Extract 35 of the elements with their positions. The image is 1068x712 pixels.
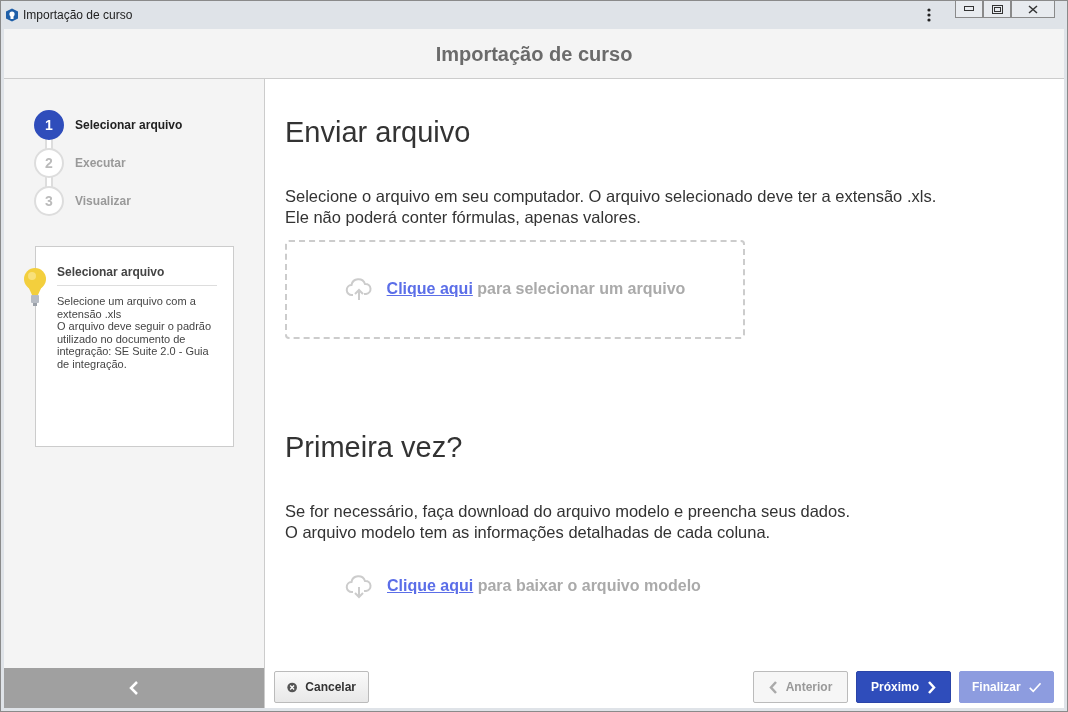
upload-drop-zone[interactable]: Clique aqui para selecionar um arquivo (285, 239, 745, 339)
chevron-right-icon (927, 680, 936, 694)
step-number[interactable]: 1 (34, 110, 64, 140)
help-text: O arquivo deve seguir o padrão utilizado no documento de integração: SE Suite 2.0 - Guia de integração. (57, 320, 213, 371)
maximize-button[interactable] (983, 1, 1011, 18)
close-icon (1028, 4, 1038, 14)
cloud-download-icon (345, 572, 373, 599)
step-label[interactable]: Selecionar arquivo (75, 116, 183, 134)
section-heading: Primeira vez? (285, 429, 464, 465)
chevron-left-icon (768, 680, 778, 694)
step-label[interactable]: Visualizar (75, 192, 131, 210)
section-description: Selecione o arquivo em seu computador. O arquivo selecionado deve ter a extensão .xls. Ele não poderá conter fórmulas, apenas valores. (285, 185, 938, 228)
help-text: Selecione um arquivo com a extensão .xls (57, 295, 197, 321)
cloud-upload-icon (344, 276, 373, 303)
step-label[interactable]: Executar (75, 154, 126, 172)
link[interactable]: Clique aqui (387, 576, 474, 594)
window-title: Importação de curso (23, 7, 133, 24)
check-icon (1028, 680, 1041, 694)
minimize-icon (964, 6, 974, 12)
app-icon (5, 8, 19, 22)
help-card-title: Selecionar arquivo (57, 265, 217, 287)
chevron-left-icon (129, 681, 139, 695)
cancel-button[interactable]: Cancelar (274, 671, 369, 703)
dialog-title: Importação de curso (4, 29, 1064, 79)
close-button[interactable] (1011, 1, 1055, 18)
section-description: Se for necessário, faça download do arquivo modelo e preencha seus dados. O arquivo modelo tem as informações detalhadas de cada coluna. (285, 500, 852, 543)
restore-icon (991, 4, 1003, 14)
minimize-button[interactable] (955, 1, 983, 18)
more-menu-icon[interactable] (927, 8, 931, 22)
section-heading: Enviar arquivo (285, 115, 472, 150)
link[interactable]: Clique aqui (386, 280, 473, 298)
next-button[interactable]: Próximo (856, 671, 951, 703)
link-text: Clique aqui para baixar o arquivo modelo (387, 575, 701, 596)
link-text: Clique aqui para selecionar um arquivo (386, 279, 686, 300)
lightbulb-icon (23, 267, 47, 307)
